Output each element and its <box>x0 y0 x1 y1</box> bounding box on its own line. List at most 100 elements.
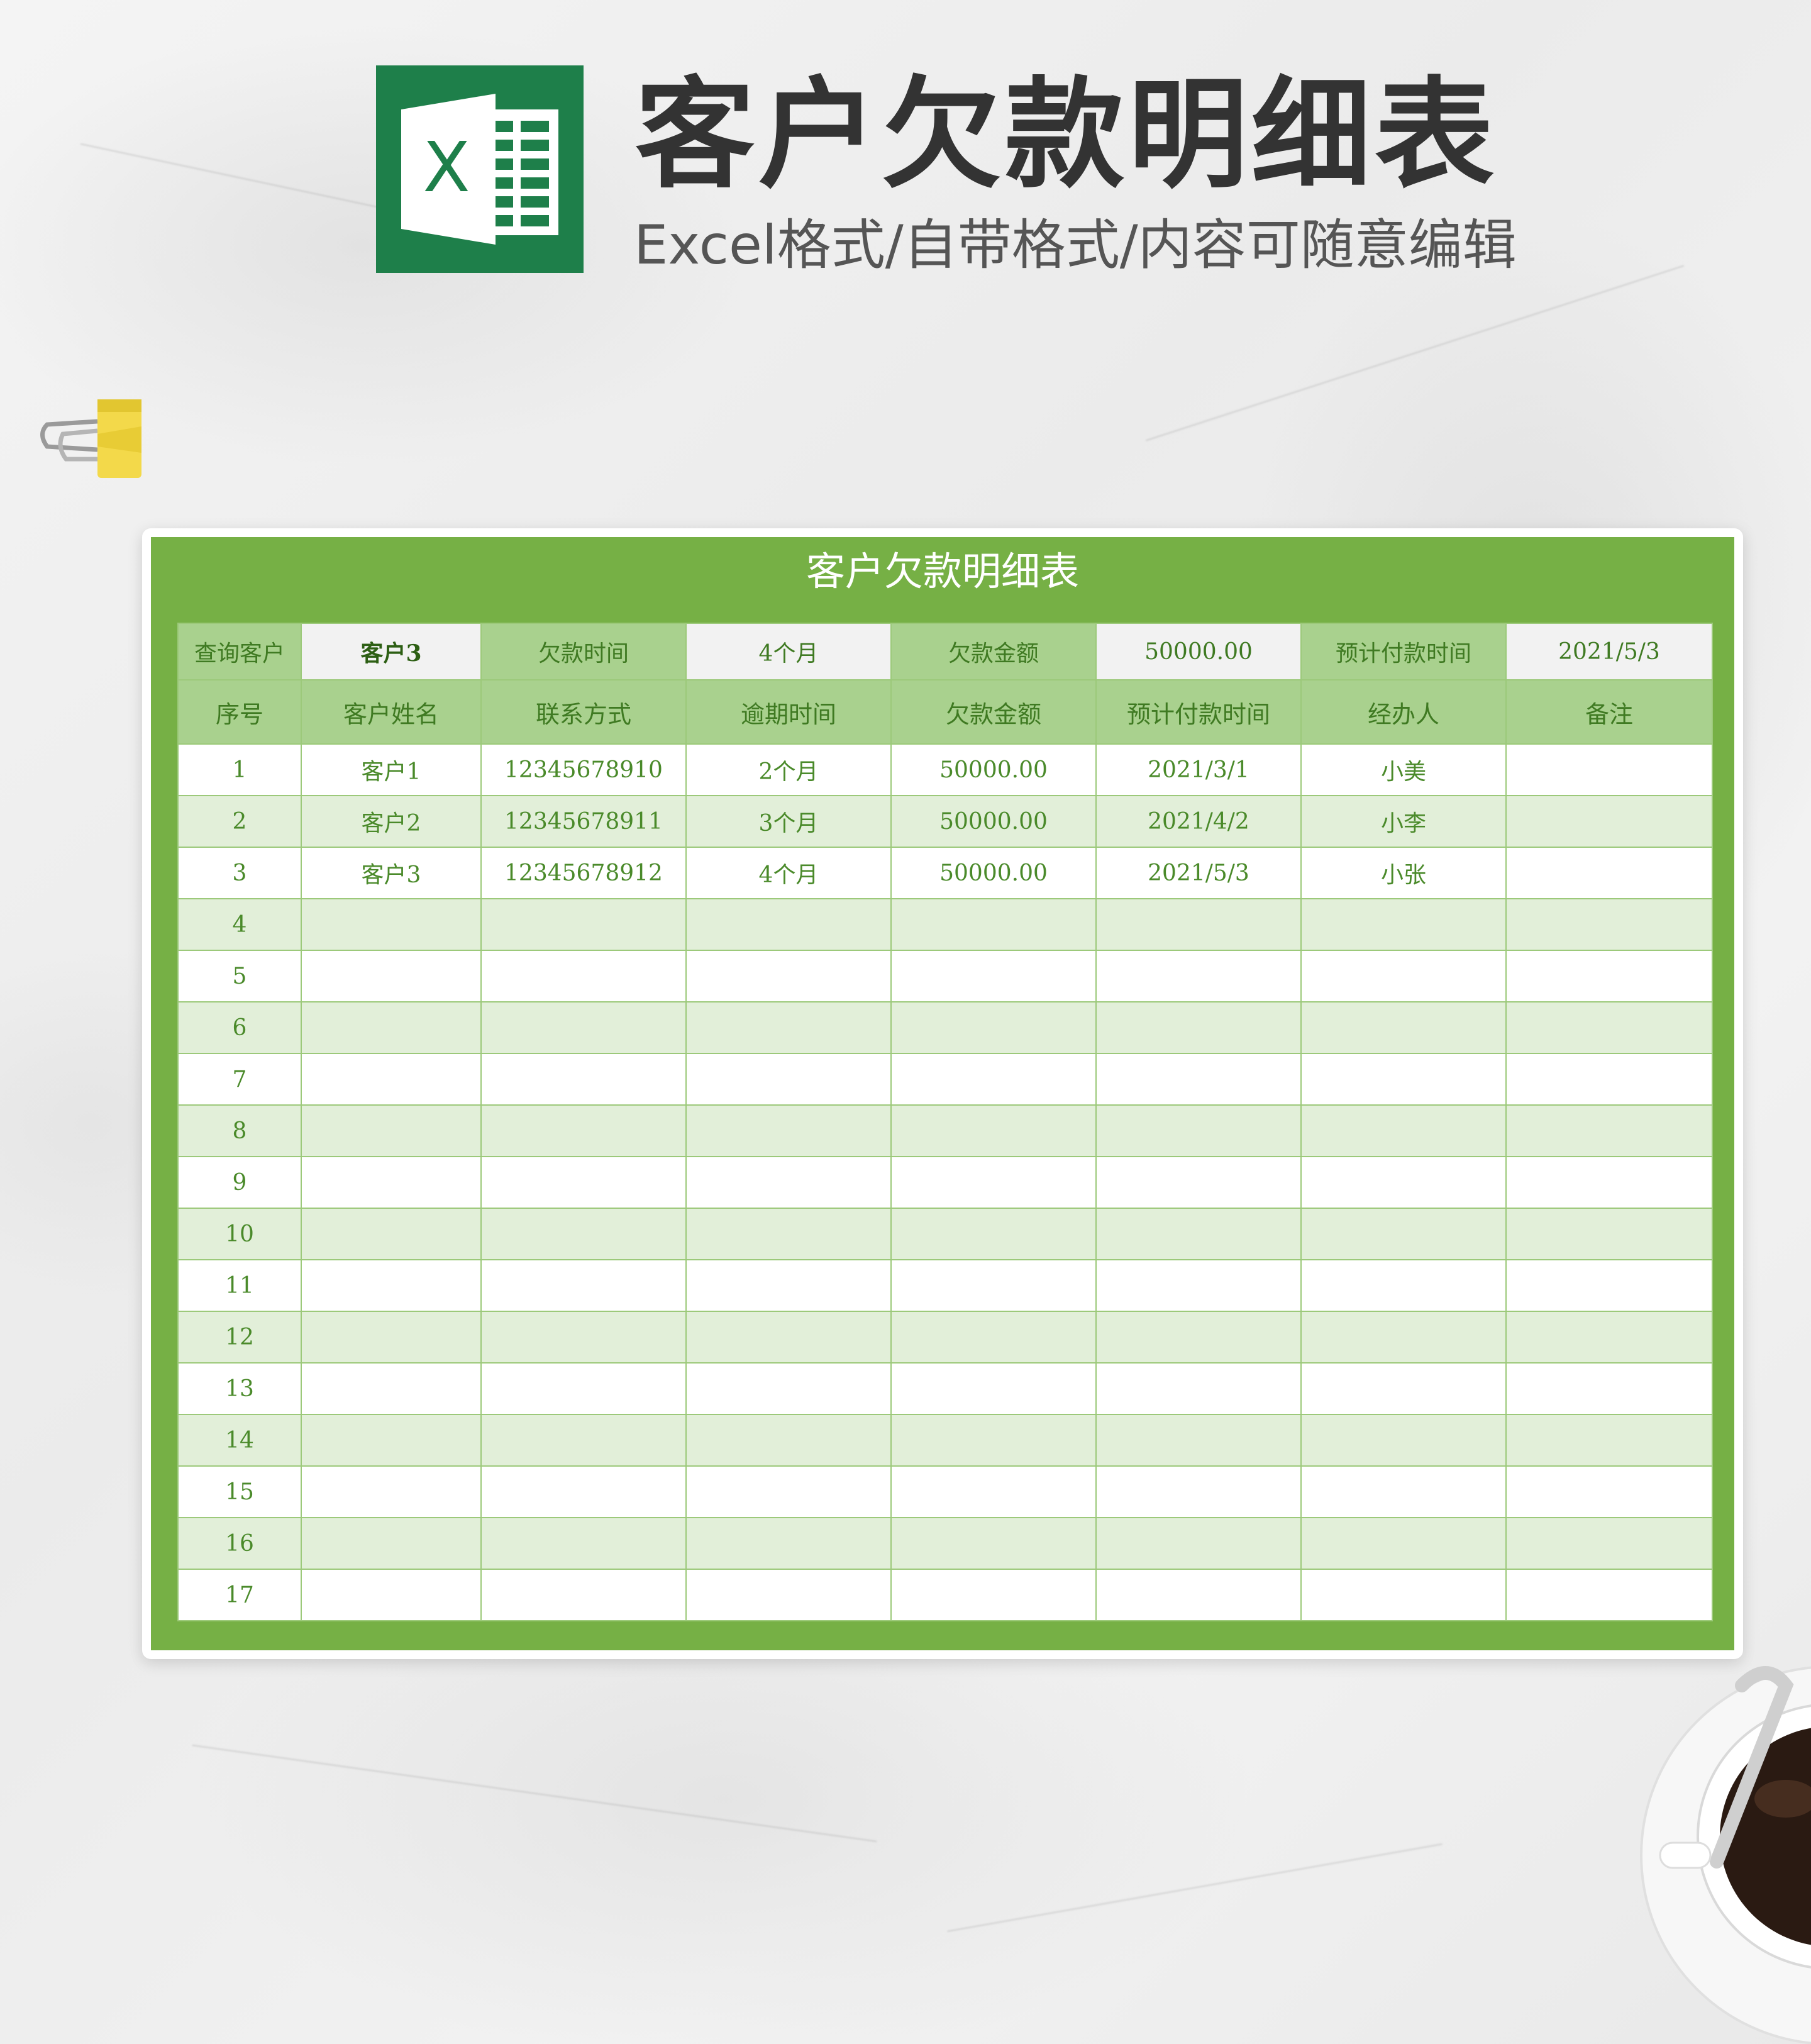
cell-col-amount[interactable] <box>890 1362 1097 1415</box>
cell-col-remark[interactable] <box>1505 1104 1713 1157</box>
cell-col-customer-name[interactable] <box>301 1259 482 1312</box>
cell-col-contact[interactable] <box>480 950 687 1003</box>
cell-col-handler[interactable] <box>1300 1259 1507 1312</box>
cell-col-handler[interactable] <box>1300 1311 1507 1364</box>
cell-col-overdue[interactable] <box>685 1311 892 1364</box>
cell-col-amount[interactable] <box>890 1311 1097 1364</box>
query-amount-value[interactable]: 50000.00 <box>1095 623 1302 680</box>
cell-col-index[interactable]: 10 <box>177 1208 302 1260</box>
cell-col-overdue[interactable]: 3个月 <box>685 795 892 848</box>
cell-col-index[interactable]: 7 <box>177 1053 302 1106</box>
cell-col-remark[interactable] <box>1505 950 1713 1003</box>
cell-col-customer-name[interactable] <box>301 898 482 951</box>
cell-col-customer-name[interactable] <box>301 1517 482 1570</box>
cell-col-remark[interactable] <box>1505 1156 1713 1209</box>
cell-col-contact[interactable] <box>480 1311 687 1364</box>
cell-col-remark[interactable] <box>1505 795 1713 848</box>
cell-col-amount[interactable] <box>890 1104 1097 1157</box>
cell-col-due-date[interactable] <box>1095 950 1302 1003</box>
cell-col-handler[interactable] <box>1300 950 1507 1003</box>
cell-col-amount[interactable] <box>890 898 1097 951</box>
cell-col-handler[interactable] <box>1300 1156 1507 1209</box>
query-due-value[interactable]: 2021/5/3 <box>1505 623 1713 680</box>
cell-col-index[interactable]: 14 <box>177 1414 302 1467</box>
cell-col-remark[interactable] <box>1505 1414 1713 1467</box>
cell-col-overdue[interactable] <box>685 1259 892 1312</box>
cell-col-handler[interactable] <box>1300 1414 1507 1467</box>
query-customer-input[interactable]: 客户3 <box>301 623 482 680</box>
cell-col-due-date[interactable] <box>1095 1156 1302 1209</box>
cell-col-amount[interactable] <box>890 1208 1097 1260</box>
cell-col-customer-name[interactable]: 客户1 <box>301 743 482 796</box>
cell-col-due-date[interactable] <box>1095 1311 1302 1364</box>
cell-col-remark[interactable] <box>1505 743 1713 796</box>
cell-col-index[interactable]: 16 <box>177 1517 302 1570</box>
cell-col-remark[interactable] <box>1505 1569 1713 1621</box>
cell-col-contact[interactable] <box>480 1156 687 1209</box>
cell-col-overdue[interactable] <box>685 1208 892 1260</box>
cell-col-overdue[interactable] <box>685 1362 892 1415</box>
cell-col-contact[interactable] <box>480 898 687 951</box>
cell-col-remark[interactable] <box>1505 1259 1713 1312</box>
cell-col-contact[interactable] <box>480 1053 687 1106</box>
cell-col-index[interactable]: 13 <box>177 1362 302 1415</box>
cell-col-amount[interactable] <box>890 1517 1097 1570</box>
cell-col-handler[interactable] <box>1300 1053 1507 1106</box>
cell-col-due-date[interactable] <box>1095 1414 1302 1467</box>
cell-col-remark[interactable] <box>1505 1465 1713 1518</box>
cell-col-customer-name[interactable]: 客户3 <box>301 847 482 899</box>
cell-col-due-date[interactable] <box>1095 1259 1302 1312</box>
cell-col-remark[interactable] <box>1505 847 1713 899</box>
cell-col-overdue[interactable]: 4个月 <box>685 847 892 899</box>
cell-col-overdue[interactable] <box>685 1053 892 1106</box>
cell-col-overdue[interactable] <box>685 1001 892 1054</box>
cell-col-handler[interactable]: 小李 <box>1300 795 1507 848</box>
cell-col-index[interactable]: 2 <box>177 795 302 848</box>
cell-col-amount[interactable] <box>890 1259 1097 1312</box>
cell-col-handler[interactable] <box>1300 1465 1507 1518</box>
cell-col-overdue[interactable] <box>685 1156 892 1209</box>
cell-col-amount[interactable] <box>890 1001 1097 1054</box>
cell-col-due-date[interactable] <box>1095 1362 1302 1415</box>
cell-col-contact[interactable] <box>480 1465 687 1518</box>
cell-col-index[interactable]: 17 <box>177 1569 302 1621</box>
cell-col-due-date[interactable] <box>1095 1104 1302 1157</box>
cell-col-customer-name[interactable] <box>301 1465 482 1518</box>
cell-col-remark[interactable] <box>1505 898 1713 951</box>
cell-col-due-date[interactable] <box>1095 1569 1302 1621</box>
cell-col-due-date[interactable]: 2021/5/3 <box>1095 847 1302 899</box>
cell-col-remark[interactable] <box>1505 1053 1713 1106</box>
cell-col-contact[interactable] <box>480 1104 687 1157</box>
cell-col-remark[interactable] <box>1505 1311 1713 1364</box>
cell-col-due-date[interactable] <box>1095 898 1302 951</box>
cell-col-handler[interactable] <box>1300 1569 1507 1621</box>
cell-col-overdue[interactable] <box>685 1517 892 1570</box>
cell-col-amount[interactable] <box>890 1414 1097 1467</box>
cell-col-overdue[interactable] <box>685 1465 892 1518</box>
cell-col-due-date[interactable]: 2021/3/1 <box>1095 743 1302 796</box>
cell-col-handler[interactable] <box>1300 1104 1507 1157</box>
cell-col-handler[interactable] <box>1300 898 1507 951</box>
cell-col-amount[interactable] <box>890 1053 1097 1106</box>
cell-col-handler[interactable] <box>1300 1001 1507 1054</box>
cell-col-customer-name[interactable] <box>301 950 482 1003</box>
cell-col-handler[interactable] <box>1300 1362 1507 1415</box>
cell-col-remark[interactable] <box>1505 1208 1713 1260</box>
cell-col-customer-name[interactable] <box>301 1053 482 1106</box>
cell-col-customer-name[interactable] <box>301 1156 482 1209</box>
cell-col-remark[interactable] <box>1505 1362 1713 1415</box>
cell-col-index[interactable]: 11 <box>177 1259 302 1312</box>
cell-col-due-date[interactable] <box>1095 1465 1302 1518</box>
cell-col-due-date[interactable] <box>1095 1053 1302 1106</box>
cell-col-contact[interactable]: 12345678911 <box>480 795 687 848</box>
cell-col-customer-name[interactable]: 客户2 <box>301 795 482 848</box>
cell-col-overdue[interactable] <box>685 1414 892 1467</box>
cell-col-customer-name[interactable] <box>301 1104 482 1157</box>
cell-col-handler[interactable]: 小美 <box>1300 743 1507 796</box>
cell-col-index[interactable]: 5 <box>177 950 302 1003</box>
cell-col-remark[interactable] <box>1505 1001 1713 1054</box>
cell-col-customer-name[interactable] <box>301 1001 482 1054</box>
cell-col-index[interactable]: 3 <box>177 847 302 899</box>
cell-col-overdue[interactable] <box>685 1104 892 1157</box>
cell-col-handler[interactable] <box>1300 1517 1507 1570</box>
